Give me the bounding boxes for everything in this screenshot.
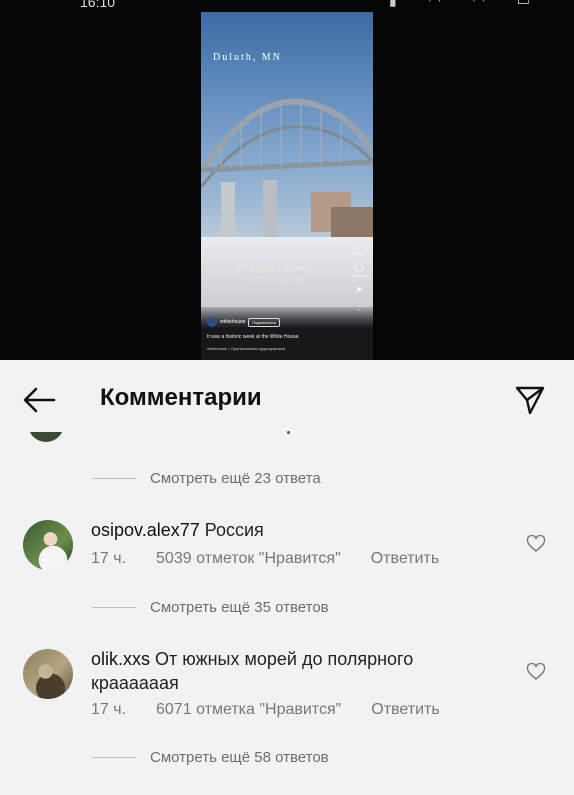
comment-time: 17 ч. [91, 550, 127, 567]
video-side-actions: ♡ 3,5 тыс. ◯ 106 тыс. ➤ ⋮ [351, 240, 367, 318]
reply-button[interactable]: Ответить [371, 550, 439, 568]
send-icon[interactable] [514, 384, 546, 416]
comment-likes[interactable]: 6071 отметка "Нравится" [156, 701, 341, 719]
divider [92, 757, 136, 758]
comment-likes[interactable]: 5039 отметок "Нравится" [156, 550, 341, 568]
reply-button[interactable]: Ответить [371, 701, 439, 719]
video-caption: It was a historic week at the White Hous… [207, 334, 300, 340]
back-arrow-icon[interactable] [22, 386, 56, 414]
comment-username[interactable]: olik.xxs [91, 649, 150, 669]
heart-icon[interactable] [526, 535, 546, 553]
video-likes: 3,5 тыс. [351, 251, 367, 256]
heart-icon[interactable]: ♡ 3,5 тыс. [351, 240, 367, 256]
comment-username[interactable]: osipov.alex77 [91, 520, 200, 540]
comments-header: Комментарии [0, 360, 574, 440]
comment-meta: 17 ч. 6071 отметка "Нравится" Ответить [91, 701, 470, 719]
comments-sheet: Комментарии Смотреть ещё 23 ответа osipo… [0, 360, 574, 795]
video-audio[interactable]: whitehouse • Оригинальная аудиодорожка [207, 346, 285, 351]
comment-text: olik.xxs От южных морей до полярного кра… [91, 647, 471, 695]
video-comments-count: 106 тыс. [351, 273, 367, 278]
view-more-replies[interactable]: Смотреть ещё 23 ответа [92, 470, 321, 487]
comment-icon[interactable]: ◯ 106 тыс. [351, 262, 367, 278]
comment-time: 17 ч. [91, 701, 127, 718]
avatar[interactable] [207, 317, 217, 327]
follow-button[interactable]: Подписаться [248, 317, 281, 327]
avatar[interactable] [23, 520, 73, 570]
view-more-replies[interactable]: Смотреть ещё 58 ответов [92, 749, 329, 766]
comment-body: Россия [204, 520, 264, 540]
avatar[interactable] [23, 649, 73, 699]
video-username[interactable]: whitehouse [220, 319, 245, 325]
view-more-replies[interactable]: Смотреть ещё 35 ответов [92, 599, 329, 616]
view-more-label: Смотреть ещё 23 ответа [150, 470, 321, 487]
video-thumbnail[interactable]: Duluth, MN Building a Better America Tou… [201, 12, 373, 360]
comment-text: osipov.alex77 Россия [91, 518, 471, 542]
previous-comment-fragment [287, 431, 290, 434]
video-preview-area: 16:10 ▮ ◠ ◠ ▭ Duluth, MN Building a Bett… [0, 0, 574, 360]
previous-comment-avatar [28, 432, 64, 442]
share-icon[interactable]: ➤ [351, 284, 367, 295]
view-more-label: Смотреть ещё 35 ответов [150, 599, 329, 616]
heart-icon[interactable] [526, 663, 546, 681]
video-user-row: whitehouse Подписаться [207, 317, 281, 327]
status-icons: ▮ ◠ ◠ ▭ [388, 0, 544, 8]
page-title: Комментарии [100, 384, 262, 411]
video-city-label: Duluth, MN [213, 52, 282, 63]
comment-meta: 17 ч. 5039 отметок "Нравится" Ответить [91, 550, 469, 568]
more-icon[interactable]: ⋮ [351, 301, 367, 312]
video-tour-title: Building a Better America Tour [237, 263, 311, 283]
status-time: 16:10 [80, 0, 116, 10]
view-more-label: Смотреть ещё 58 ответов [150, 749, 329, 766]
divider [92, 607, 136, 608]
divider [92, 478, 136, 479]
